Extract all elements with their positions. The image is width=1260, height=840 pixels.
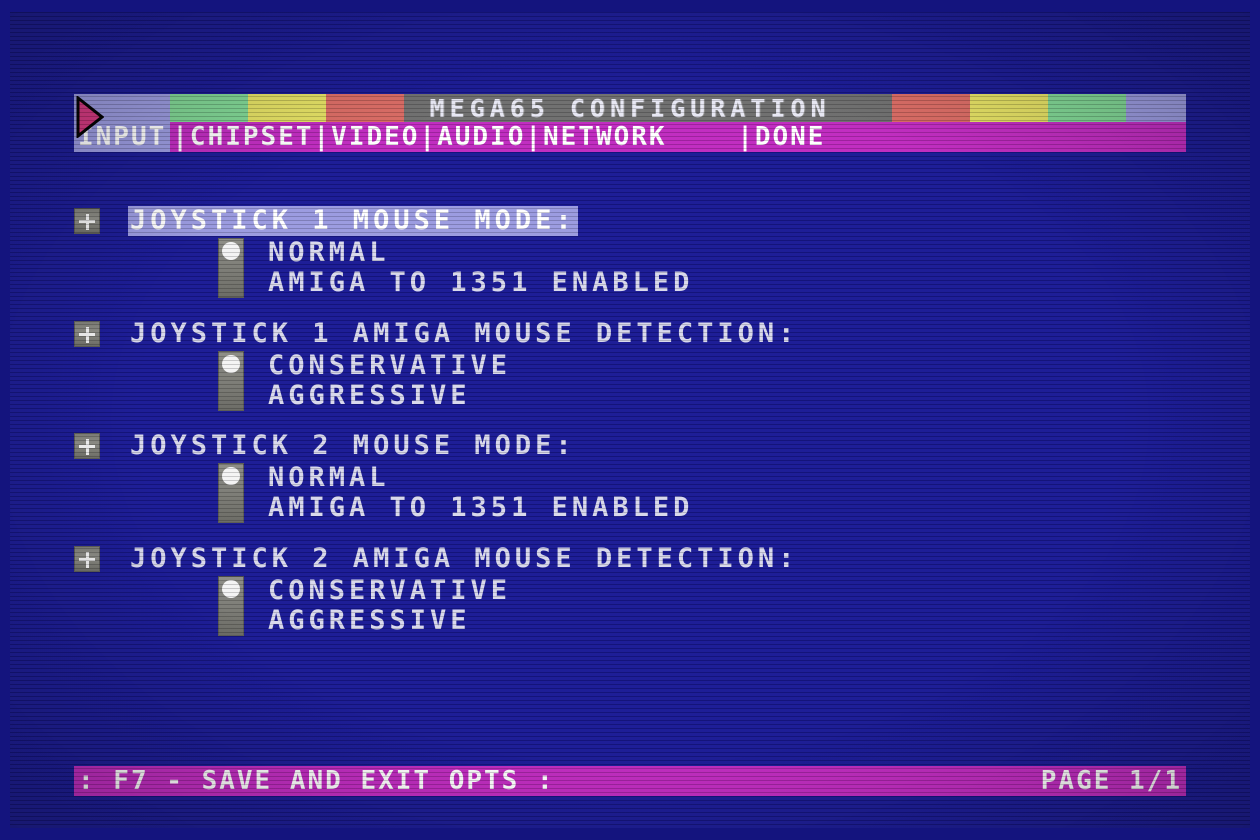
option-item[interactable]: AMIGA TO 1351 ENABLED (218, 493, 693, 523)
option-item[interactable]: CONSERVATIVE (218, 576, 800, 606)
group-label[interactable]: JOYSTICK 1 AMIGA MOUSE DETECTION: (128, 319, 800, 349)
radio-selector-bar[interactable] (218, 576, 244, 636)
save-and-exit-hint[interactable]: : F7 - SAVE AND EXIT OPTS : (78, 766, 555, 796)
group-options: NORMAL AMIGA TO 1351 ENABLED (74, 463, 693, 523)
group-options: CONSERVATIVE AGGRESSIVE (74, 576, 800, 636)
footer-bar: : F7 - SAVE AND EXIT OPTS : PAGE 1/1 (74, 766, 1186, 796)
page-indicator: PAGE 1/1 (1040, 766, 1182, 796)
group-label[interactable]: JOYSTICK 2 MOUSE MODE: (128, 431, 578, 461)
group-header[interactable]: JOYSTICK 2 AMIGA MOUSE DETECTION: (74, 544, 800, 574)
group-header[interactable]: JOYSTICK 2 MOUSE MODE: (74, 431, 693, 461)
group-header[interactable]: JOYSTICK 1 AMIGA MOUSE DETECTION: (74, 319, 800, 349)
option-group-joystick2-mouse-mode: JOYSTICK 2 MOUSE MODE: NORMAL AMIGA TO 1… (74, 431, 693, 523)
group-header[interactable]: JOYSTICK 1 MOUSE MODE: (74, 206, 693, 236)
option-item[interactable]: AGGRESSIVE (218, 381, 800, 411)
tab-bar: INPUT |CHIPSET|VIDEO|AUDIO|NETWORK |DONE (74, 122, 1186, 152)
pointer-triangle-icon (76, 94, 105, 140)
option-item[interactable]: AMIGA TO 1351 ENABLED (218, 268, 693, 298)
radio-selector-bar[interactable] (218, 238, 244, 298)
option-item[interactable]: NORMAL (218, 238, 693, 268)
plus-box-icon[interactable] (74, 321, 100, 347)
option-item[interactable]: CONSERVATIVE (218, 351, 800, 381)
plus-box-icon[interactable] (74, 546, 100, 572)
plus-box-icon[interactable] (74, 208, 100, 234)
group-options: NORMAL AMIGA TO 1351 ENABLED (74, 238, 693, 298)
option-item[interactable]: AGGRESSIVE (218, 606, 800, 636)
group-label[interactable]: JOYSTICK 1 MOUSE MODE: (128, 206, 578, 236)
option-group-joystick1-amiga-mouse-detection: JOYSTICK 1 AMIGA MOUSE DETECTION: CONSER… (74, 319, 800, 411)
mega65-config-screen: MEGA65 CONFIGURATION INPUT |CHIPSET|VIDE… (0, 0, 1260, 840)
group-options: CONSERVATIVE AGGRESSIVE (74, 351, 800, 411)
tab-list-rest[interactable]: |CHIPSET|VIDEO|AUDIO|NETWORK |DONE (170, 122, 1186, 152)
radio-selected-dot (222, 242, 240, 260)
group-label[interactable]: JOYSTICK 2 AMIGA MOUSE DETECTION: (128, 544, 800, 574)
title-bar: MEGA65 CONFIGURATION (74, 93, 1186, 123)
radio-selector-bar[interactable] (218, 351, 244, 411)
option-group-joystick1-mouse-mode: JOYSTICK 1 MOUSE MODE: NORMAL AMIGA TO 1… (74, 206, 693, 298)
page-title: MEGA65 CONFIGURATION (429, 93, 831, 123)
option-group-joystick2-amiga-mouse-detection: JOYSTICK 2 AMIGA MOUSE DETECTION: CONSER… (74, 544, 800, 636)
radio-selector-bar[interactable] (218, 463, 244, 523)
radio-selected-dot (222, 580, 240, 598)
plus-box-icon[interactable] (74, 433, 100, 459)
option-item[interactable]: NORMAL (218, 463, 693, 493)
radio-selected-dot (222, 467, 240, 485)
radio-selected-dot (222, 355, 240, 373)
